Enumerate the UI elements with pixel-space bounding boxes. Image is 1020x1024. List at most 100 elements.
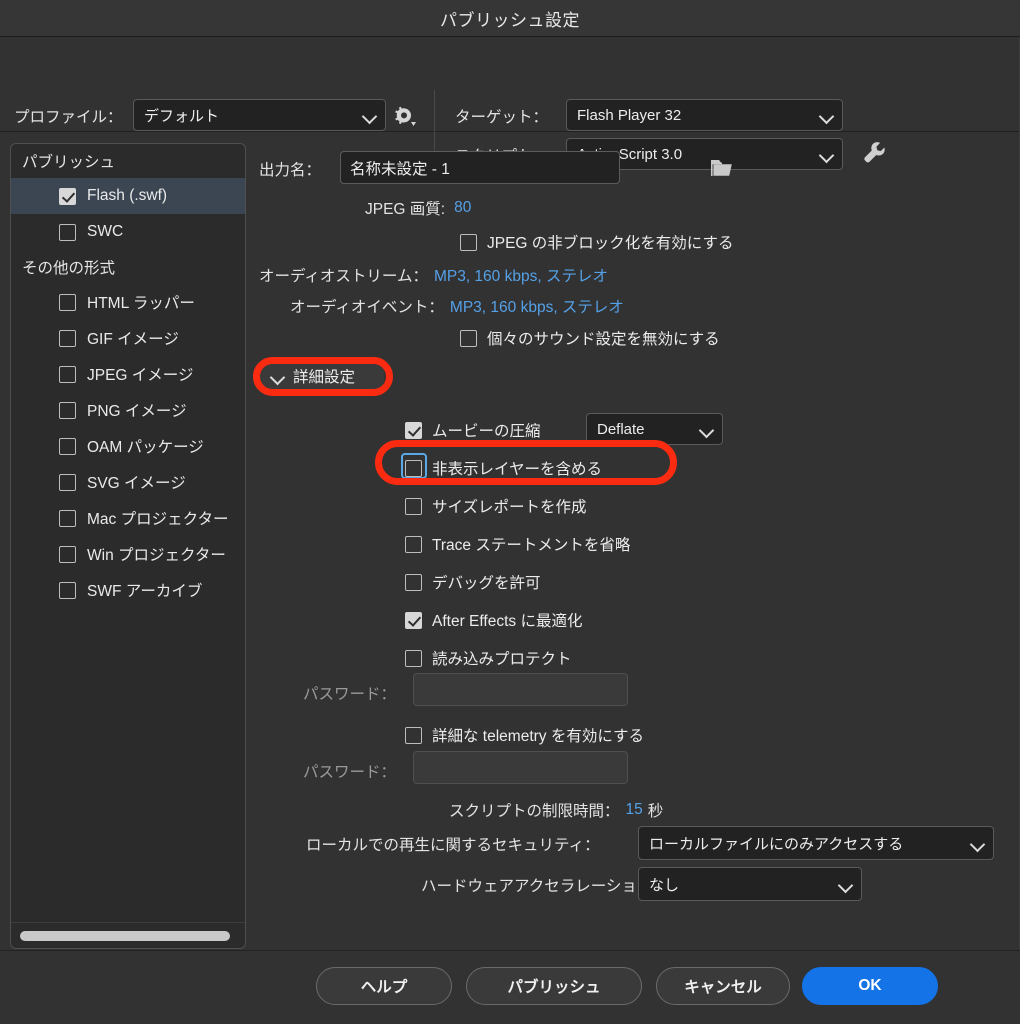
chevron-down-icon xyxy=(820,108,834,122)
dialog-title: パブリッシュ設定 xyxy=(440,10,580,30)
omit-trace-row[interactable]: Trace ステートメントを省略 xyxy=(405,533,630,555)
script-limit-label: スクリプトの制限時間： xyxy=(449,803,620,820)
checkbox-svg-image[interactable] xyxy=(59,473,76,491)
checkbox-oam-package[interactable] xyxy=(59,437,76,455)
sidebar-item-html-wrapper[interactable]: HTML ラッパー xyxy=(11,284,245,320)
local-security-select[interactable]: ローカルファイルにのみアクセスする xyxy=(638,826,994,860)
publish-settings-main-panel: 出力名： 名称未設定 - 1 JPEG 画質: 80 JPEG の非ブロック化を… xyxy=(255,143,1009,949)
format-list-panel: パブリッシュ Flash (.swf) SWC その他の形式 HTML ラッパー… xyxy=(10,143,246,949)
ok-button[interactable]: OK xyxy=(802,967,938,1005)
checkbox-compress-movie[interactable] xyxy=(405,421,422,439)
sidebar-item-label: SVG イメージ xyxy=(87,475,186,492)
protect-import-label: 読み込みプロテクト xyxy=(432,651,572,668)
chevron-down-icon xyxy=(839,877,853,891)
jpeg-deblock-row[interactable]: JPEG の非ブロック化を有効にする xyxy=(460,231,733,253)
audio-event-value[interactable]: MP3, 160 kbps, ステレオ xyxy=(450,295,624,317)
checkbox-mac-projector[interactable] xyxy=(59,509,76,527)
sidebar-item-gif-image[interactable]: GIF イメージ xyxy=(11,320,245,356)
include-hidden-layers-row[interactable]: 非表示レイヤーを含める xyxy=(405,457,602,479)
override-sound-row[interactable]: 個々のサウンド設定を無効にする xyxy=(460,327,720,349)
sidebar-item-flash-swf[interactable]: Flash (.swf) xyxy=(11,178,245,214)
hw-accel-label: ハードウェアアクセラレーション： xyxy=(421,878,668,895)
omit-trace-label: Trace ステートメントを省略 xyxy=(432,537,631,554)
profile-label: プロファイル： xyxy=(14,109,123,126)
help-button[interactable]: ヘルプ xyxy=(316,967,452,1005)
sidebar-item-png-image[interactable]: PNG イメージ xyxy=(11,392,245,428)
checkbox-size-report[interactable] xyxy=(405,497,422,515)
advanced-settings-disclosure[interactable]: 詳細設定 xyxy=(260,361,384,391)
checkbox-swc[interactable] xyxy=(59,223,76,241)
local-security-label: ローカルでの再生に関するセキュリティ： xyxy=(306,837,600,854)
checkbox-jpeg-image[interactable] xyxy=(59,365,76,383)
checkbox-optimize-after-effects[interactable] xyxy=(405,611,422,629)
hw-accel-select[interactable]: なし xyxy=(638,867,862,901)
chevron-down-icon xyxy=(271,369,285,383)
checkbox-override-sound[interactable] xyxy=(460,329,477,347)
jpeg-quality-value[interactable]: 80 xyxy=(454,199,471,217)
sidebar-item-oam-package[interactable]: OAM パッケージ xyxy=(11,428,245,464)
checkbox-permit-debug[interactable] xyxy=(405,573,422,591)
checkbox-include-hidden-layers[interactable] xyxy=(405,459,422,477)
script-limit-unit: 秒 xyxy=(647,803,664,820)
cancel-button[interactable]: キャンセル xyxy=(656,967,790,1005)
sidebar-item-label: Flash (.swf) xyxy=(87,187,168,204)
password1-input[interactable] xyxy=(413,673,628,706)
checkbox-protect-import[interactable] xyxy=(405,649,422,667)
profile-select-value: デフォルト xyxy=(144,107,220,125)
sidebar-item-mac-projector[interactable]: Mac プロジェクター xyxy=(11,500,245,536)
optimize-after-effects-row[interactable]: After Effects に最適化 xyxy=(405,609,582,631)
target-select[interactable]: Flash Player 32 xyxy=(566,99,843,131)
chevron-down-icon xyxy=(363,108,377,122)
publish-button[interactable]: パブリッシュ xyxy=(466,967,642,1005)
checkbox-gif-image[interactable] xyxy=(59,329,76,347)
telemetry-row[interactable]: 詳細な telemetry を有効にする xyxy=(405,724,644,746)
checkbox-flash-swf[interactable] xyxy=(59,187,76,205)
sidebar-item-win-projector[interactable]: Win プロジェクター xyxy=(11,536,245,572)
checkbox-omit-trace[interactable] xyxy=(405,535,422,553)
protect-import-row[interactable]: 読み込みプロテクト xyxy=(405,647,572,669)
hw-accel-value: なし xyxy=(649,876,680,894)
sidebar-item-label: SWF アーカイブ xyxy=(87,583,203,600)
compress-method-select[interactable]: Deflate xyxy=(586,413,723,445)
dialog-footer: ヘルプ パブリッシュ キャンセル OK xyxy=(0,950,1020,1024)
checkbox-png-image[interactable] xyxy=(59,401,76,419)
target-select-value: Flash Player 32 xyxy=(577,106,682,124)
folder-icon[interactable] xyxy=(710,157,734,179)
profile-select[interactable]: デフォルト xyxy=(133,99,386,131)
sidebar-group-other: その他の形式 xyxy=(22,260,116,277)
gear-icon[interactable] xyxy=(391,102,417,128)
output-name-input[interactable]: 名称未設定 - 1 xyxy=(340,151,620,184)
size-report-row[interactable]: サイズレポートを作成 xyxy=(405,495,587,517)
sidebar-item-swf-archive[interactable]: SWF アーカイブ xyxy=(11,572,245,608)
script-limit-value[interactable]: 15 xyxy=(626,801,643,819)
output-name-value: 名称未設定 - 1 xyxy=(350,160,450,178)
jpeg-deblock-label: JPEG の非ブロック化を有効にする xyxy=(487,235,734,252)
sidebar-item-swc[interactable]: SWC xyxy=(11,214,245,250)
checkbox-html-wrapper[interactable] xyxy=(59,293,76,311)
compress-movie-row[interactable]: ムービーの圧縮 xyxy=(405,419,541,441)
audio-stream-label: オーディオストリーム： xyxy=(259,268,428,285)
sidebar-scrollbar-thumb[interactable] xyxy=(20,931,230,941)
sidebar-item-label: PNG イメージ xyxy=(87,403,187,420)
checkbox-telemetry[interactable] xyxy=(405,726,422,744)
dialog-titlebar: パブリッシュ設定 xyxy=(0,0,1020,37)
checkbox-win-projector[interactable] xyxy=(59,545,76,563)
compress-movie-label: ムービーの圧縮 xyxy=(432,423,541,440)
audio-event-label: オーディオイベント： xyxy=(290,299,444,316)
audio-stream-value[interactable]: MP3, 160 kbps, ステレオ xyxy=(434,264,608,286)
sidebar-item-jpeg-image[interactable]: JPEG イメージ xyxy=(11,356,245,392)
password2-input[interactable] xyxy=(413,751,628,784)
sidebar-item-label: HTML ラッパー xyxy=(87,295,195,312)
permit-debug-row[interactable]: デバッグを許可 xyxy=(405,571,541,593)
jpeg-quality-label: JPEG 画質: xyxy=(365,201,446,218)
checkbox-jpeg-deblock[interactable] xyxy=(460,233,477,251)
include-hidden-layers-label: 非表示レイヤーを含める xyxy=(432,461,603,478)
sidebar-group-publish: パブリッシュ xyxy=(22,154,116,171)
compress-method-value: Deflate xyxy=(597,420,645,438)
size-report-label: サイズレポートを作成 xyxy=(432,499,587,516)
sidebar-horizontal-scrollbar[interactable] xyxy=(11,922,245,948)
chevron-down-icon xyxy=(700,422,714,436)
checkbox-swf-archive[interactable] xyxy=(59,581,76,599)
sidebar-item-svg-image[interactable]: SVG イメージ xyxy=(11,464,245,500)
output-name-label: 出力名： xyxy=(259,162,322,179)
